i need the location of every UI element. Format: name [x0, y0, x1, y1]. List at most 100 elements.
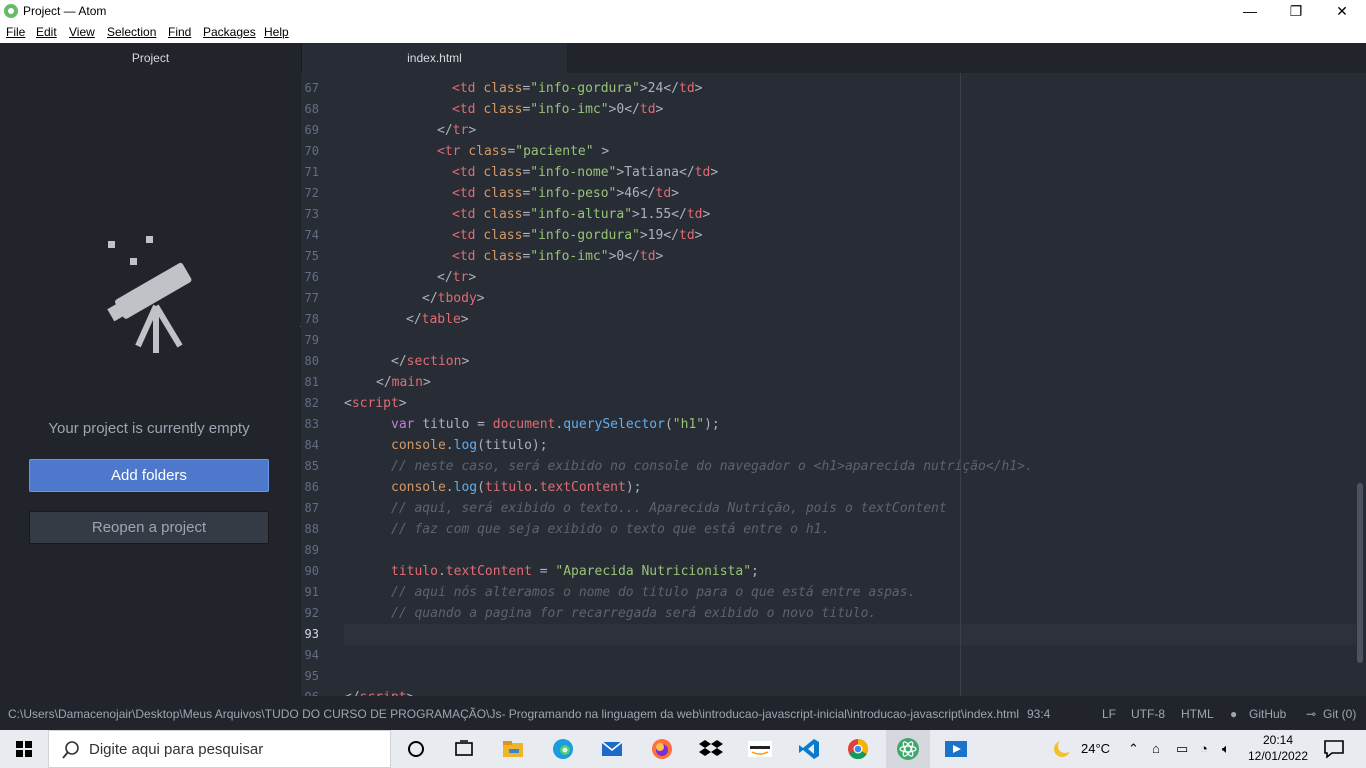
menu-packages[interactable]: Packages — [203, 25, 256, 39]
tab-index-html[interactable]: index.html — [301, 43, 567, 73]
taskbar-search-box[interactable]: Digite aqui para pesquisar — [48, 730, 391, 768]
empty-project-message: Your project is currently empty — [48, 420, 250, 437]
video-player-icon[interactable] — [944, 737, 968, 761]
code-line-84: console.log(titulo); — [391, 438, 548, 453]
chevron-up-icon[interactable]: ⌃ — [1128, 741, 1139, 757]
vscode-icon[interactable] — [797, 737, 821, 761]
code-line-87: // aqui, será exibido o texto... Apareci… — [391, 501, 947, 516]
code-line-92: // quando a pagina for recarregada será … — [391, 606, 877, 621]
grammar-selector[interactable]: HTML — [1181, 707, 1214, 721]
firefox-icon[interactable] — [650, 737, 674, 761]
windows-start-icon[interactable] — [0, 730, 48, 768]
dropbox-icon[interactable] — [699, 737, 723, 761]
atom-icon — [4, 4, 18, 18]
notifications-icon[interactable] — [1322, 737, 1346, 761]
project-tab[interactable]: Project — [0, 43, 301, 73]
menu-edit[interactable]: Edit — [36, 25, 57, 39]
code-line-82: <script> — [344, 396, 407, 411]
reopen-project-button[interactable]: Reopen a project — [29, 511, 269, 544]
status-bar: C:\Users\Damacenojair\Desktop\Meus Arqui… — [0, 696, 1366, 730]
file-encoding[interactable]: UTF-8 — [1131, 707, 1165, 721]
project-panel: Project Your project is currently empty … — [0, 43, 301, 696]
battery-icon[interactable]: ▭ — [1176, 741, 1188, 757]
search-icon — [62, 741, 79, 759]
menu-selection[interactable]: Selection — [107, 25, 156, 39]
file-explorer-icon[interactable] — [501, 737, 525, 761]
task-view-icon[interactable] — [452, 737, 476, 761]
code-line-70: <tr class="paciente" > — [437, 144, 610, 159]
line-number: 84 — [304, 438, 319, 452]
edge-icon[interactable] — [551, 737, 575, 761]
volume-icon[interactable]: 🔈︎ — [1222, 741, 1230, 757]
code-line-91: // aqui nós alteramos o nome do titulo p… — [391, 585, 916, 600]
line-number: 79 — [304, 333, 319, 347]
code-line-85: // neste caso, será exibido no console d… — [391, 459, 1033, 474]
line-number: 76 — [304, 270, 319, 284]
network-icon[interactable]: ⌂ — [1152, 741, 1160, 756]
line-number: 77 — [304, 291, 319, 305]
minimize-button[interactable]: — — [1227, 0, 1273, 22]
line-number: 80 — [304, 354, 319, 368]
line-number: 70 — [304, 144, 319, 158]
atom-taskbar-active[interactable] — [886, 730, 930, 768]
line-number: 86 — [304, 480, 319, 494]
menu-bar: File Edit View Selection Find Packages H… — [0, 22, 1366, 43]
line-number: 67 — [304, 81, 319, 95]
clock[interactable]: 20:14 12/01/2022 — [1247, 732, 1309, 764]
line-ending[interactable]: LF — [1102, 707, 1116, 721]
vertical-scrollbar[interactable] — [1357, 483, 1363, 663]
chrome-icon[interactable] — [846, 737, 870, 761]
line-number: 75 — [304, 249, 319, 263]
clock-date: 12/01/2022 — [1247, 749, 1309, 763]
file-path[interactable]: C:\Users\Damacenojair\Desktop\Meus Arqui… — [8, 707, 1019, 721]
code-line-71: <td class="info-nome">Tatiana</td> — [452, 165, 719, 180]
code-editor[interactable]: 67 68 69 70 71 72 73 74 75 76 77 78 79 8… — [301, 73, 1366, 696]
git-icon: ⊸ — [1306, 707, 1317, 721]
line-number: 95 — [304, 669, 319, 683]
amazon-icon[interactable] — [748, 737, 772, 761]
line-number: 90 — [304, 564, 319, 578]
code-line-88: // faz com que seja exibido o texto que … — [391, 522, 830, 537]
menu-view[interactable]: View — [69, 25, 95, 39]
wifi-icon[interactable]: ◔ — [1200, 741, 1208, 756]
line-number: 74 — [304, 228, 319, 242]
git-button[interactable]: Git (0) — [1323, 707, 1356, 721]
maximize-button[interactable]: ❐ — [1273, 0, 1319, 22]
code-line-74: <td class="info-gordura">19</td> — [452, 228, 703, 243]
cursor-position[interactable]: 93:4 — [1027, 707, 1050, 721]
mail-icon[interactable] — [600, 737, 624, 761]
line-number: 71 — [304, 165, 319, 179]
menu-file[interactable]: File — [6, 25, 25, 39]
line-number-gutter: 67 68 69 70 71 72 73 74 75 76 77 78 79 8… — [301, 73, 339, 696]
github-icon: ● — [1230, 707, 1238, 721]
editor-tab-bar: index.html — [301, 43, 1366, 73]
code-line-72: <td class="info-peso">46</td> — [452, 186, 679, 201]
line-number: 81 — [304, 375, 319, 389]
line-number-active: 93 — [304, 627, 319, 641]
code-line-75: <td class="info-imc">0</td> — [452, 249, 664, 264]
code-line-80: </section> — [391, 354, 470, 369]
cortana-icon[interactable] — [404, 737, 428, 761]
code-lines: <td class="info-gordura">24</td> <td cla… — [344, 73, 1354, 696]
add-folders-button[interactable]: Add folders — [29, 459, 269, 492]
windows-taskbar: Digite aqui para pesquisar 24°C ⌃ ⌂ ▭ ◔ … — [0, 730, 1366, 768]
github-button[interactable]: GitHub — [1249, 707, 1286, 721]
line-number: 87 — [304, 501, 319, 515]
code-line-77: </tbody> — [422, 291, 485, 306]
code-line-90: titulo.textContent = "Aparecida Nutricio… — [391, 564, 759, 579]
weather-moon-icon[interactable] — [1050, 737, 1074, 761]
line-number: 68 — [304, 102, 319, 116]
line-number: 94 — [304, 648, 319, 662]
close-button[interactable]: ✕ — [1319, 0, 1365, 22]
code-line-67: <td class="info-gordura">24</td> — [452, 81, 703, 96]
line-number: 73 — [304, 207, 319, 221]
code-line-86: console.log(titulo.textContent); — [391, 480, 642, 495]
search-placeholder: Digite aqui para pesquisar — [89, 741, 264, 758]
weather-temperature[interactable]: 24°C — [1081, 741, 1110, 756]
line-number: 85 — [304, 459, 319, 473]
menu-help[interactable]: Help — [264, 25, 289, 39]
code-line-69: </tr> — [437, 123, 477, 138]
code-line-68: <td class="info-imc">0</td> — [452, 102, 664, 117]
window-title: Project — Atom — [23, 4, 107, 18]
menu-find[interactable]: Find — [168, 25, 191, 39]
